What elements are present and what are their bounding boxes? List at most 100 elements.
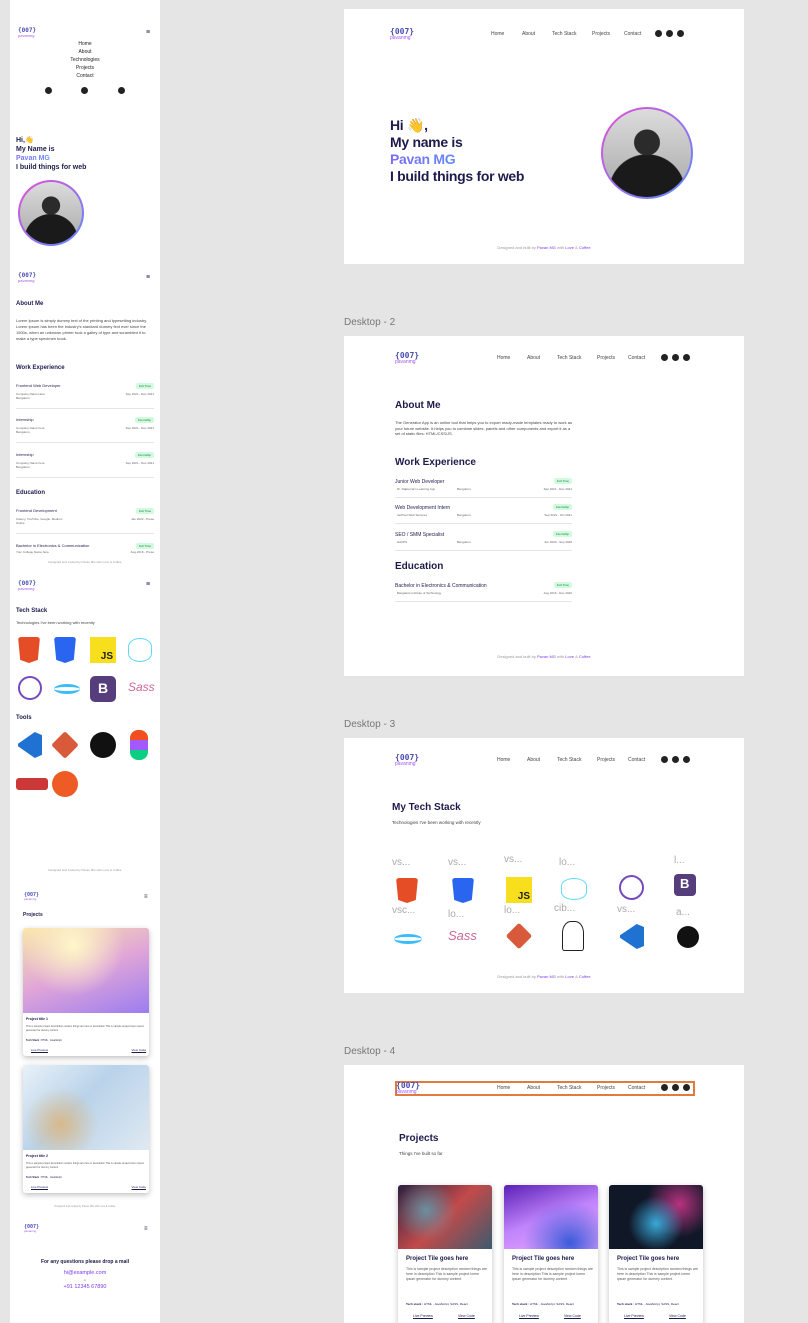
nav-about[interactable]: About	[527, 1085, 557, 1091]
mobile-nav-contact[interactable]: Contact	[10, 72, 160, 80]
mobile-tools-title: Tools	[16, 715, 32, 721]
mobile-avatar	[18, 180, 84, 246]
nav-contact[interactable]: Contact	[628, 355, 658, 361]
mobile-logo[interactable]: {007} pavanmg	[18, 28, 36, 38]
mobile-about-logo[interactable]: {007} pavanmg	[18, 273, 36, 283]
live-preview-link[interactable]: Live Preview	[624, 1314, 644, 1318]
tech-label: vsc...	[392, 905, 416, 916]
nav-contact[interactable]: Contact	[628, 1085, 658, 1091]
mobile-projects-footer: Designed and Coded by Pavan MG with Love…	[54, 1205, 116, 1208]
github-icon[interactable]	[118, 87, 125, 94]
view-code-link[interactable]: View Code	[458, 1314, 475, 1318]
view-code-link[interactable]: View Code	[564, 1314, 581, 1318]
linkedin-icon[interactable]	[81, 87, 88, 94]
nav-home[interactable]: Home	[497, 1085, 527, 1091]
nav-tech-stack[interactable]: Tech Stack	[557, 757, 597, 763]
frame-label: Desktop - 3	[344, 719, 396, 730]
sass-icon: Sass	[448, 928, 477, 943]
nav-home[interactable]: Home	[497, 355, 527, 361]
twitter-icon[interactable]	[666, 30, 673, 37]
tech-label: l...	[674, 855, 685, 866]
tech-label: vs...	[617, 904, 636, 915]
footer: Designed and built by Pavan MG with Love…	[497, 245, 591, 250]
mobile-contact-logo[interactable]: {007} pavanmg	[24, 1225, 39, 1233]
live-preview-link[interactable]: Live Preview	[519, 1314, 539, 1318]
twitter-icon[interactable]	[672, 756, 679, 763]
nav-about[interactable]: About	[522, 31, 552, 37]
mobile-projects-title: Projects	[23, 912, 43, 918]
nav-tech-stack[interactable]: Tech Stack	[552, 31, 592, 37]
view-code-link[interactable]: View Code	[132, 1048, 146, 1052]
contact-email[interactable]: hi@example.com	[10, 1270, 160, 1276]
desktop-1-frame: {007} pavanmg Home About Tech Stack Proj…	[344, 9, 744, 264]
twitter-icon[interactable]	[672, 354, 679, 361]
logo[interactable]: {007} pavanmg	[395, 352, 419, 365]
github-icon	[90, 732, 116, 758]
about-text: The Generator App is an online tool that…	[395, 420, 572, 436]
nav-projects[interactable]: Projects	[592, 31, 624, 37]
hamburger-icon[interactable]: ≡	[144, 894, 148, 900]
contact-text: For any questions please drop a mail	[40, 1259, 130, 1265]
hamburger-icon[interactable]: ≡	[144, 1226, 148, 1232]
mobile-tech-subtitle: Technologies I've been working with rece…	[16, 620, 95, 625]
mobile-nav-technologies[interactable]: Technologies	[10, 56, 160, 64]
nav-contact[interactable]: Contact	[624, 31, 654, 37]
hamburger-icon[interactable]: ≡	[146, 29, 152, 36]
github-icon[interactable]	[655, 30, 662, 37]
mobile-nav-about[interactable]: About	[10, 48, 160, 56]
live-preview-link[interactable]: Live Preview	[31, 1048, 48, 1052]
contact-phone[interactable]: +91 12345 67890	[10, 1284, 160, 1290]
mobile-nav-projects[interactable]: Projects	[10, 64, 160, 72]
bootstrap-icon: B	[90, 676, 116, 702]
mobile-work-item: Internship Internship Company Name here …	[16, 414, 154, 444]
cypress-icon	[562, 921, 584, 951]
linkedin-icon[interactable]	[677, 30, 684, 37]
logo[interactable]: {007} pavanmg	[395, 754, 419, 767]
mobile-projects-logo[interactable]: {007} pavanmg	[24, 893, 39, 901]
footer: Designed and built by Pavan MG with Love…	[497, 654, 591, 659]
github-icon[interactable]	[661, 354, 668, 361]
logo[interactable]: {007} pavanmg	[396, 1082, 420, 1095]
mobile-tech-logo[interactable]: {007} pavanmg	[18, 581, 36, 591]
twitter-icon[interactable]	[45, 87, 52, 94]
hamburger-icon[interactable]: ≡	[146, 581, 150, 588]
nav-projects[interactable]: Projects	[597, 1085, 628, 1091]
view-code-link[interactable]: View Code	[132, 1185, 146, 1189]
live-preview-link[interactable]: Live Preview	[31, 1185, 48, 1189]
redux-icon	[619, 875, 644, 900]
mobile-about-title: About Me	[16, 301, 44, 307]
mobile-project-card: Project title 1 This is sample project d…	[23, 928, 149, 1056]
logo[interactable]: {007} pavanmg	[390, 28, 414, 41]
nav-home[interactable]: Home	[491, 31, 522, 37]
css3-icon	[452, 878, 474, 903]
nav-contact[interactable]: Contact	[628, 757, 658, 763]
work-item: Junior Web Developer Full Time Dr. Rajku…	[395, 476, 572, 502]
nav-about[interactable]: About	[527, 355, 557, 361]
tech-subtitle: Technologies I've been working with rece…	[392, 820, 481, 825]
nav-tech-stack[interactable]: Tech Stack	[557, 1085, 597, 1091]
mobile-tech-title: Tech Stack	[16, 608, 48, 614]
mobile-education-item: Frontend Development Full Time Udemy, Yo…	[16, 505, 154, 535]
vscode-icon	[620, 924, 644, 949]
view-code-link[interactable]: View Code	[669, 1314, 686, 1318]
nav-home[interactable]: Home	[497, 757, 527, 763]
github-icon[interactable]	[661, 1084, 668, 1091]
project-image	[23, 1065, 149, 1150]
linkedin-icon[interactable]	[683, 354, 690, 361]
nav-tech-stack[interactable]: Tech Stack	[557, 355, 597, 361]
hamburger-icon[interactable]: ≡	[146, 274, 150, 281]
nav-projects[interactable]: Projects	[597, 355, 628, 361]
education-title: Education	[395, 561, 444, 572]
linkedin-icon[interactable]	[683, 1084, 690, 1091]
live-preview-link[interactable]: Live Preview	[413, 1314, 433, 1318]
mobile-nav-home[interactable]: Home	[10, 40, 160, 48]
work-item: SEO / SMM Specialist Internship HAAPS Be…	[395, 529, 572, 555]
github-icon[interactable]	[661, 756, 668, 763]
js-icon: JS	[90, 637, 116, 663]
nav-projects[interactable]: Projects	[597, 757, 628, 763]
mobile-about-text: Lorem Ipsum is simply dummy text of the …	[16, 318, 148, 341]
twitter-icon[interactable]	[672, 1084, 679, 1091]
linkedin-icon[interactable]	[683, 756, 690, 763]
hero-line3: I build things for web	[390, 168, 525, 184]
nav-about[interactable]: About	[527, 757, 557, 763]
